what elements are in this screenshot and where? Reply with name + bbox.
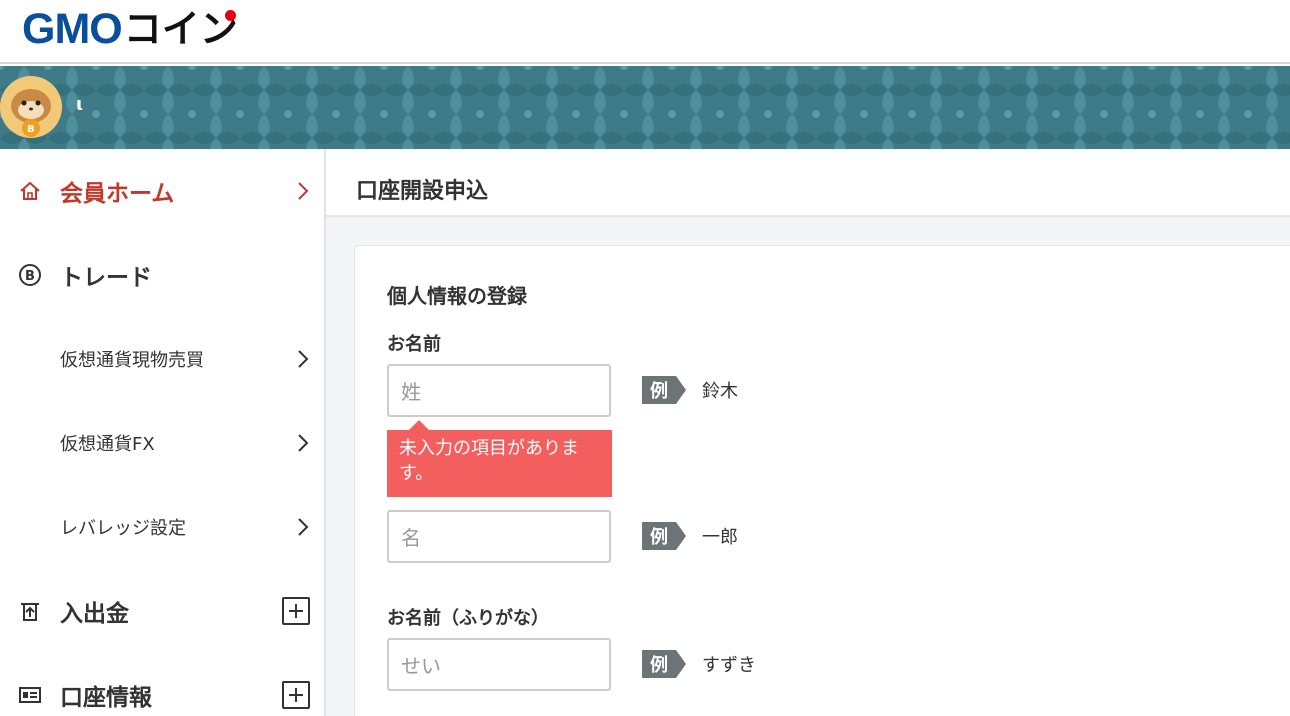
sidebar-item-label: 口座情報: [60, 685, 152, 711]
page-header: 口座開設申込: [326, 149, 1290, 217]
sidebar-item-label: 入出金: [60, 601, 129, 627]
banner-pattern: [0, 66, 1290, 149]
user-name: ι: [76, 94, 84, 115]
logo-coin-text: コイン: [123, 7, 238, 51]
sidebar-item-label: レバレッジ設定: [60, 518, 186, 539]
example-text: 一郎: [702, 527, 738, 548]
sidebar-item-label: トレード: [60, 265, 152, 291]
expand-plus-icon[interactable]: [282, 681, 310, 709]
example-badge: 例: [642, 650, 686, 678]
example-text: 鈴木: [702, 381, 738, 402]
sidebar-item-label: 会員ホーム: [60, 181, 175, 207]
last-name-kana-example: 例 すずき: [642, 650, 756, 678]
id-card-icon: [18, 683, 42, 707]
sidebar-item-spot-trading[interactable]: 仮想通貨現物売買: [0, 317, 324, 401]
chevron-right-icon: [298, 350, 309, 368]
registration-form-card: 個人情報の登録 お名前 姓 例 鈴木 未入力の項目があります。 名 例 一郎 お…: [354, 245, 1290, 716]
deposit-withdraw-icon: [18, 599, 42, 623]
sidebar-item-leverage-settings[interactable]: レバレッジ設定: [0, 485, 324, 569]
sidebar-nav: 会員ホーム B トレード 仮想通貨現物売買 仮想通貨FX レバレッジ設定 入出金…: [0, 149, 326, 716]
first-name-example: 例 一郎: [642, 522, 738, 550]
chevron-right-icon: [298, 518, 309, 536]
logo-gmo-text: GMO: [22, 5, 123, 53]
main-content: 口座開設申込 個人情報の登録 お名前 姓 例 鈴木 未入力の項目があります。 名…: [326, 149, 1290, 716]
chevron-right-icon: [298, 434, 309, 452]
error-tooltip: 未入力の項目があります。: [387, 420, 612, 497]
first-name-input[interactable]: 名: [387, 510, 611, 563]
gmo-coin-logo[interactable]: GMO コイン: [22, 5, 238, 53]
expand-plus-icon[interactable]: [282, 597, 310, 625]
sidebar-item-label: 仮想通貨現物売買: [60, 350, 204, 371]
last-name-kana-input[interactable]: せい: [387, 638, 611, 691]
svg-text:B: B: [27, 124, 35, 135]
example-badge: 例: [642, 522, 686, 550]
example-badge: 例: [642, 376, 686, 404]
example-text: すずき: [702, 655, 756, 676]
chevron-right-icon: [298, 182, 309, 200]
name-label: お名前: [387, 334, 441, 355]
name-kana-label: お名前（ふりがな）: [387, 608, 549, 629]
sidebar-item-crypto-fx[interactable]: 仮想通貨FX: [0, 401, 324, 485]
top-header: GMO コイン: [0, 0, 1290, 64]
page-title: 口座開設申込: [356, 179, 489, 204]
bitcoin-icon: B: [18, 263, 42, 287]
sidebar-item-trade[interactable]: B トレード: [0, 233, 324, 317]
section-title: 個人情報の登録: [387, 284, 527, 308]
user-banner: B ι: [0, 66, 1290, 149]
user-avatar[interactable]: B: [0, 76, 62, 138]
sidebar-item-label: 仮想通貨FX: [60, 434, 155, 455]
logo-red-dot: [224, 10, 236, 21]
last-name-example: 例 鈴木: [642, 376, 738, 404]
sidebar-item-member-home[interactable]: 会員ホーム: [0, 149, 324, 233]
last-name-input[interactable]: 姓: [387, 364, 611, 417]
sidebar-item-account-info[interactable]: 口座情報: [0, 653, 324, 716]
home-icon: [18, 179, 42, 203]
svg-text:B: B: [25, 269, 35, 284]
sidebar-item-deposit-withdraw[interactable]: 入出金: [0, 569, 324, 653]
